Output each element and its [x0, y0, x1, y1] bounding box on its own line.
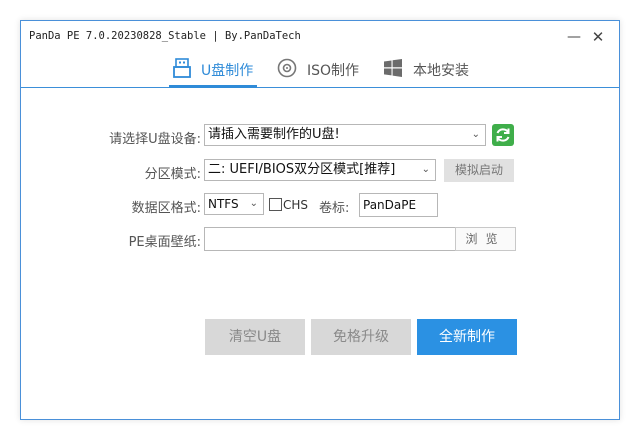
data-format-select[interactable]: NTFS ⌄: [204, 193, 264, 215]
chs-label: CHS: [283, 198, 309, 212]
device-select-value: 请插入需要制作的U盘!: [208, 127, 340, 142]
tab-iso-make[interactable]: ISO制作: [277, 53, 359, 87]
simulate-boot-button[interactable]: 模拟启动: [444, 159, 514, 182]
usb-icon: [173, 58, 191, 82]
tab-local-install-label: 本地安装: [413, 63, 469, 79]
tab-usb-make[interactable]: U盘制作: [168, 53, 258, 88]
data-format-value: NTFS: [208, 197, 239, 211]
chs-checkbox[interactable]: [269, 198, 282, 211]
upgrade-no-format-button[interactable]: 免格升级: [311, 319, 411, 355]
close-button[interactable]: ✕: [588, 28, 608, 46]
app-window: PanDa PE 7.0.20230828_Stable | By.PanDaT…: [20, 20, 620, 420]
disc-icon: [277, 58, 297, 82]
refresh-icon: [496, 128, 510, 142]
tab-iso-make-label: ISO制作: [307, 63, 360, 79]
data-format-label: 数据区格式:: [131, 201, 201, 216]
refresh-button[interactable]: [492, 124, 514, 146]
tab-usb-make-label: U盘制作: [201, 63, 254, 79]
device-label: 请选择U盘设备:: [109, 132, 201, 147]
device-select[interactable]: 请插入需要制作的U盘! ⌄: [204, 124, 486, 146]
tab-local-install[interactable]: 本地安装: [383, 53, 469, 87]
partition-mode-select[interactable]: 二: UEFI/BIOS双分区模式[推荐] ⌄: [204, 159, 436, 181]
clear-usb-button[interactable]: 清空U盘: [205, 319, 305, 355]
title-bar[interactable]: PanDa PE 7.0.20230828_Stable | By.PanDaT…: [21, 21, 619, 53]
volume-input[interactable]: PanDaPE: [359, 193, 438, 217]
partition-mode-label: 分区模式:: [144, 167, 201, 182]
chevron-down-icon: ⌄: [249, 198, 258, 209]
volume-label: 卷标:: [319, 201, 350, 216]
chevron-down-icon: ⌄: [471, 129, 480, 140]
wallpaper-label: PE桌面壁纸:: [128, 235, 201, 250]
browse-button[interactable]: 浏览: [455, 227, 516, 251]
new-make-button[interactable]: 全新制作: [417, 319, 517, 355]
window-title: PanDa PE 7.0.20230828_Stable | By.PanDaT…: [29, 30, 301, 42]
partition-mode-value: 二: UEFI/BIOS双分区模式[推荐]: [208, 162, 396, 177]
minimize-button[interactable]: —: [564, 28, 584, 46]
tab-bar: U盘制作 ISO制作 本地安装: [21, 53, 619, 88]
wallpaper-path-input[interactable]: [204, 227, 456, 251]
chevron-down-icon: ⌄: [421, 164, 430, 175]
windows-icon: [383, 58, 403, 82]
